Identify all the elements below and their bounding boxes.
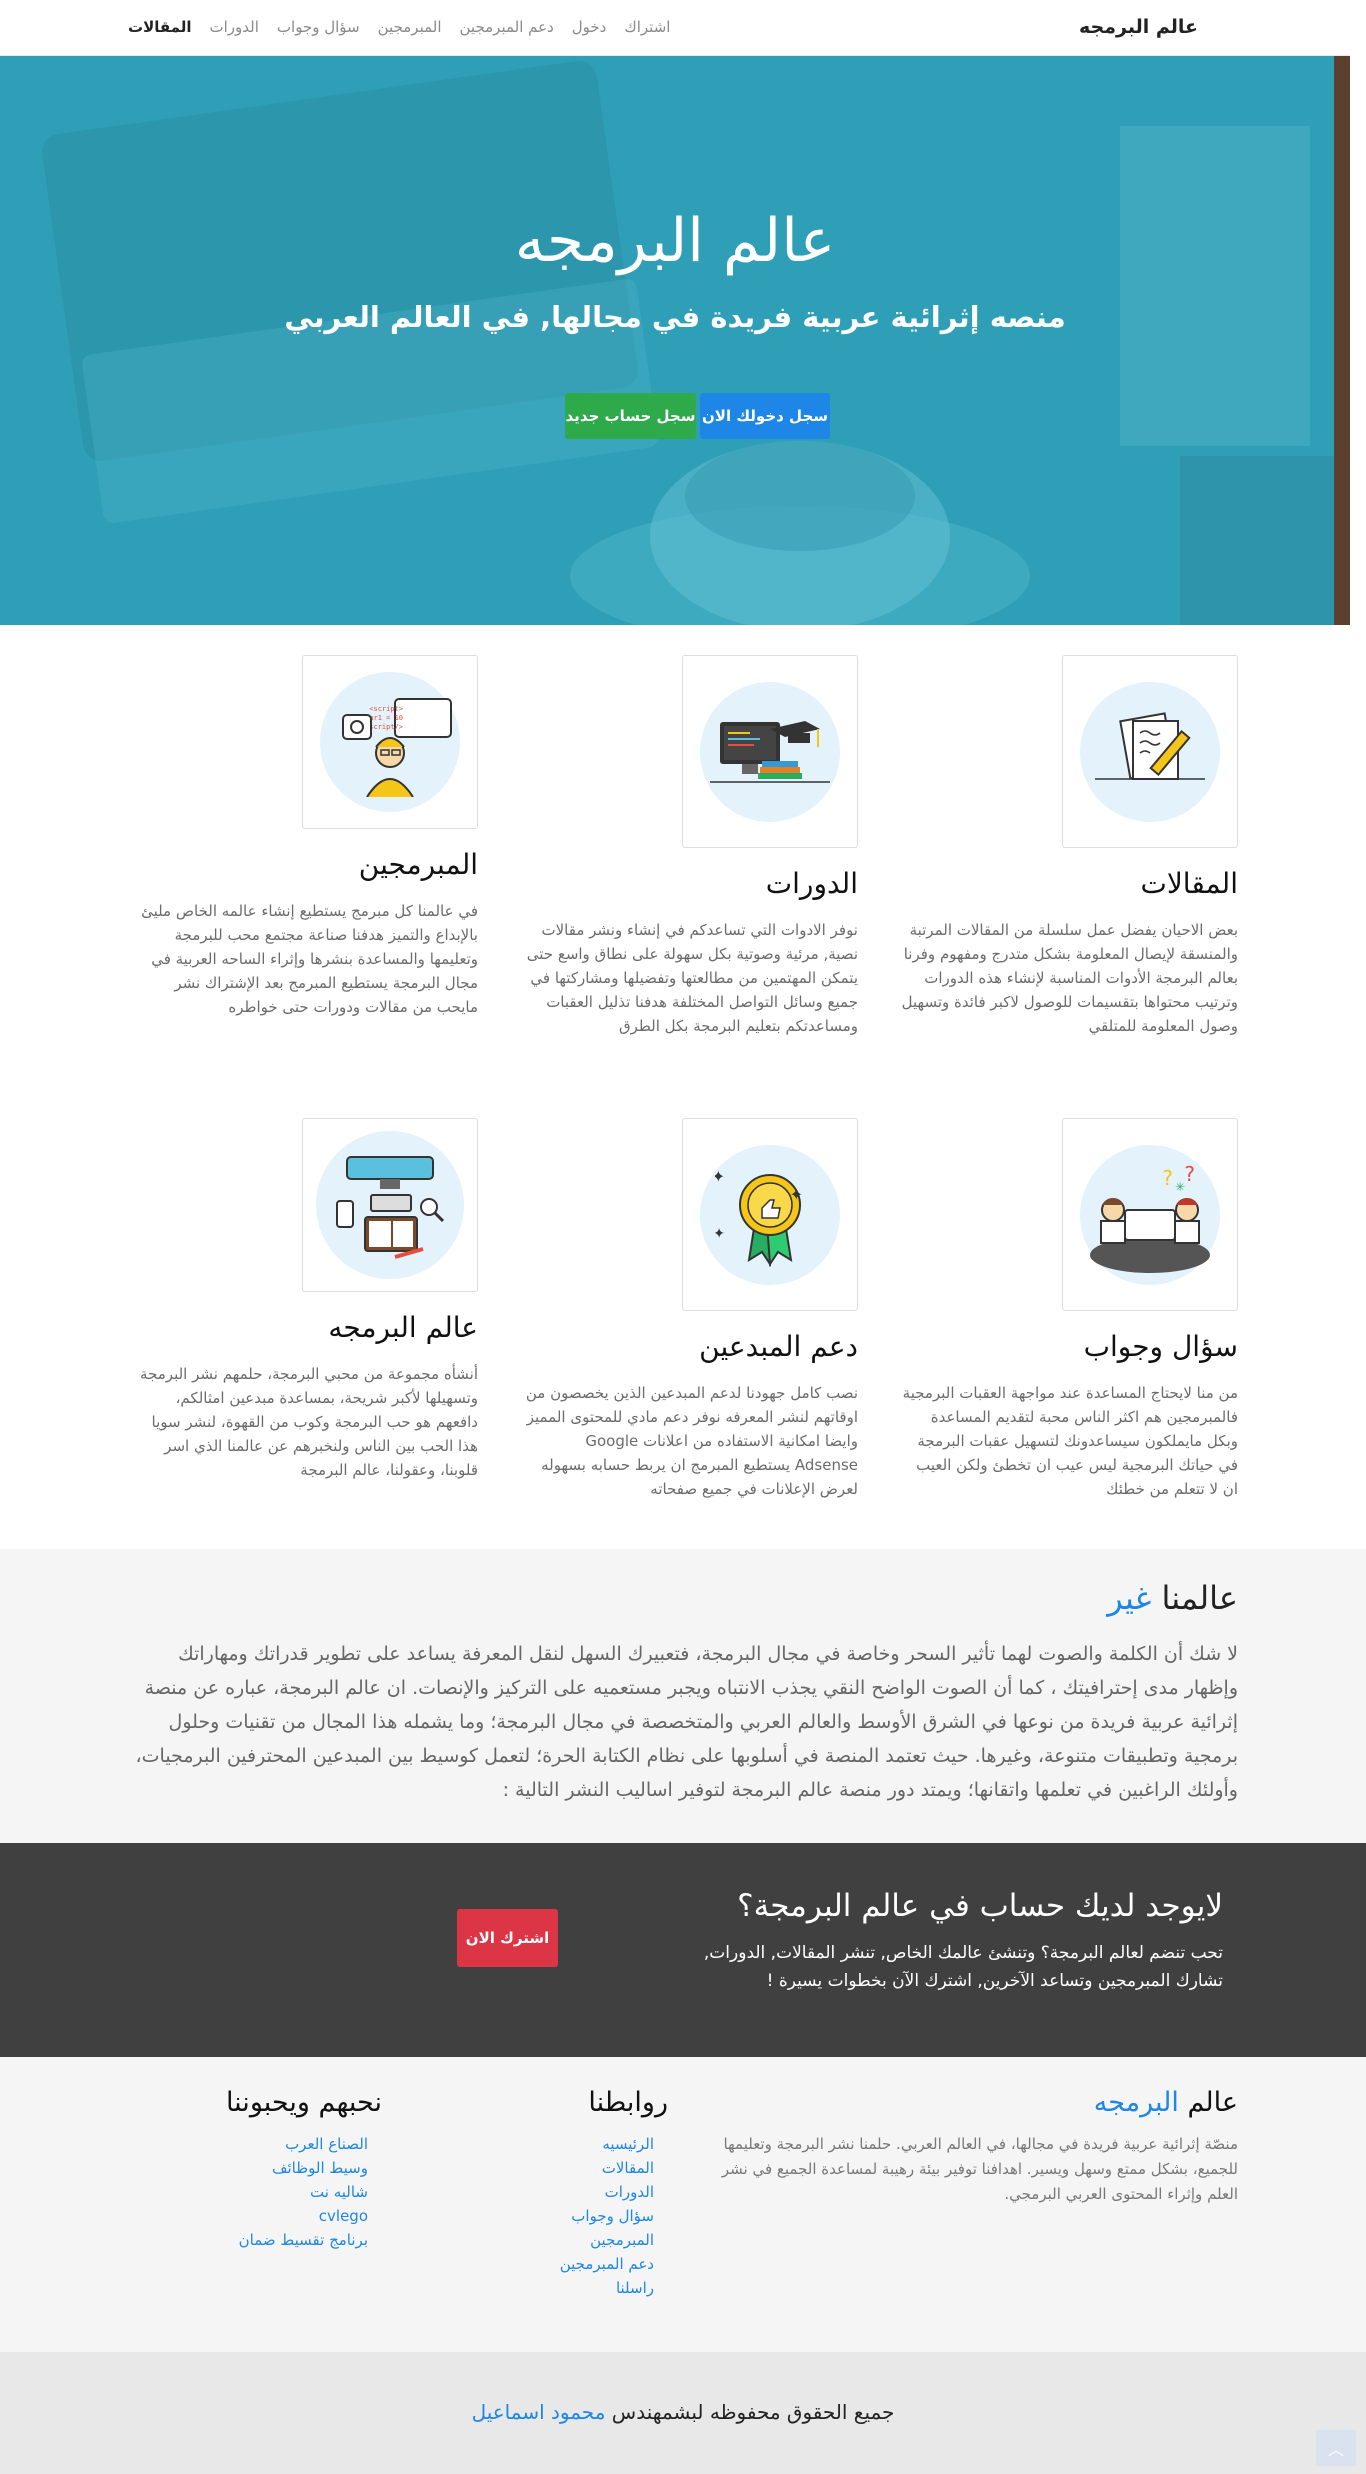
friend-link[interactable]: شاليه نت bbox=[310, 2183, 368, 2201]
navbar: عالم البرمجه المقالات الدورات سؤال وجواب… bbox=[0, 0, 1350, 56]
subscribe-now-button[interactable]: اشترك الان bbox=[457, 1909, 558, 1967]
hero-section: عالم البرمجه منصه إثرائية عربية فريدة في… bbox=[0, 56, 1350, 625]
feature-articles: المقالات بعض الاحيان يفضل عمل سلسلة من ا… bbox=[898, 655, 1238, 1055]
footer-link-support[interactable]: دعم المبرمجين bbox=[560, 2255, 654, 2273]
why-title: عالمنا غير bbox=[1107, 1579, 1238, 1617]
chevron-up-icon: ︿ bbox=[1328, 2440, 1345, 2459]
badge-icon-box: ✦ ✦ ✦ bbox=[682, 1118, 858, 1311]
hero-subtitle: منصه إثرائية عربية فريدة في مجالها, في ا… bbox=[284, 300, 1066, 334]
register-button[interactable]: سجل حساب جديد bbox=[565, 393, 696, 439]
feature-qa: ? ? ✳ سؤال وجواب من منا لايحتاج المساعدة… bbox=[898, 1118, 1238, 1518]
author-link[interactable]: محمود اسماعيل bbox=[472, 2400, 606, 2424]
back-to-top-button[interactable]: ︿ bbox=[1316, 2430, 1356, 2466]
footer-about-title-highlight: البرمجه bbox=[1093, 2087, 1179, 2118]
courses-icon-box bbox=[682, 655, 858, 848]
feature-title: المبرمجين bbox=[358, 848, 478, 881]
nav-login[interactable]: دخول bbox=[572, 18, 607, 36]
qa-icon: ? ? ✳ bbox=[1090, 1162, 1210, 1273]
feature-text: بعض الاحيان يفضل عمل سلسلة من المقالات ا… bbox=[901, 921, 1238, 1035]
nav-qa[interactable]: سؤال وجواب bbox=[277, 18, 360, 36]
nav-support[interactable]: دعم المبرمجين bbox=[460, 18, 554, 36]
nav-courses[interactable]: الدورات bbox=[210, 18, 259, 36]
qa-icon-box: ? ? ✳ bbox=[1062, 1118, 1238, 1311]
feature-text: نوفر الادوات التي تساعدكم في إنشاء ونشر … bbox=[526, 921, 858, 1035]
cta-title: لايوجد لديك حساب في عالم البرمجة؟ bbox=[737, 1888, 1223, 1924]
login-now-button[interactable]: سجل دخولك الان bbox=[700, 393, 830, 439]
footer-link-qa[interactable]: سؤال وجواب bbox=[571, 2207, 654, 2225]
signup-cta-section: لايوجد لديك حساب في عالم البرمجة؟ تحب تن… bbox=[0, 1843, 1366, 2057]
feature-text: من منا لايحتاج المساعدة عند مواجهة العقب… bbox=[902, 1384, 1238, 1498]
copyright-text: جميع الحقوق محفوظه لبشمهندس محمود اسماعي… bbox=[0, 2400, 1366, 2424]
friend-link[interactable]: برنامج تقسيط ضمان bbox=[239, 2231, 368, 2249]
footer-about-title-main: عالم bbox=[1187, 2087, 1238, 2118]
nav-articles[interactable]: المقالات bbox=[128, 18, 192, 36]
friend-link[interactable]: الصناع العرب bbox=[285, 2135, 368, 2153]
footer-link-home[interactable]: الرئيسيه bbox=[602, 2135, 654, 2153]
workspace-icon bbox=[336, 1156, 445, 1259]
footer-link-articles[interactable]: المقالات bbox=[602, 2159, 654, 2177]
footer-about: عالم البرمجه منصّة إثرائية عربية فريدة ف… bbox=[718, 2087, 1238, 2207]
feature-creators-support: ✦ ✦ ✦ دعم المبدعين نصب كامل جهودنا لدعم … bbox=[518, 1118, 858, 1518]
feature-title: سؤال وجواب bbox=[1083, 1330, 1238, 1363]
svg-text:?: ? bbox=[1184, 1162, 1195, 1186]
footer-about-title: عالم البرمجه bbox=[718, 2087, 1238, 2118]
programmers-icon-box: <script> var1 = 10; </script> bbox=[302, 655, 478, 829]
footer-friends-title: نحبهم ويحبوننا bbox=[225, 2087, 382, 2118]
why-title-highlight: غير bbox=[1107, 1579, 1152, 1617]
articles-icon bbox=[1095, 711, 1205, 780]
cta-text: تحب تنضم لعالم البرمجة؟ وتنشئ عالمك الخا… bbox=[703, 1943, 1223, 1991]
footer: عالم البرمجه منصّة إثرائية عربية فريدة ف… bbox=[0, 2057, 1366, 2352]
copyright-bar: جميع الحقوق محفوظه لبشمهندس محمود اسماعي… bbox=[0, 2352, 1366, 2474]
svg-text:<script>: <script> bbox=[369, 705, 403, 713]
feature-title: دعم المبدعين bbox=[699, 1330, 858, 1363]
footer-link-courses[interactable]: الدورات bbox=[605, 2183, 654, 2201]
svg-text:✳: ✳ bbox=[1175, 1180, 1185, 1194]
nav-signup[interactable]: اشتراك bbox=[624, 18, 670, 36]
feature-text: أنشأه مجموعة من محبي البرمجة، حلمهم نشر … bbox=[140, 1365, 478, 1479]
courses-icon bbox=[710, 720, 830, 783]
friend-link[interactable]: وسيط الوظائف bbox=[272, 2159, 368, 2177]
footer-about-text: منصّة إثرائية عربية فريدة في مجالها، في … bbox=[721, 2135, 1238, 2203]
badge-icon: ✦ ✦ ✦ bbox=[715, 1167, 803, 1267]
why-section: عالمنا غير لا شك أن الكلمة والصوت لهما ت… bbox=[0, 1549, 1366, 1843]
feature-programmers: <script> var1 = 10; </script> المبرمجين … bbox=[138, 655, 478, 1055]
footer-links-title: روابطنا bbox=[588, 2087, 668, 2118]
workspace-icon-box bbox=[302, 1118, 478, 1292]
articles-icon-box bbox=[1062, 655, 1238, 848]
footer-link-contact[interactable]: راسلنا bbox=[616, 2279, 654, 2297]
programmers-icon: <script> var1 = 10; </script> bbox=[342, 698, 452, 797]
feature-title: عالم البرمجه bbox=[328, 1311, 478, 1344]
footer-links: روابطنا الرئيسيه المقالات الدورات سؤال و… bbox=[448, 2087, 668, 2300]
footer-friends: نحبهم ويحبوننا الصناع العرب وسيط الوظائف… bbox=[142, 2087, 382, 2252]
svg-text:?: ? bbox=[1162, 1166, 1173, 1190]
nav-programmers[interactable]: المبرمجين bbox=[378, 18, 442, 36]
feature-text: في عالمنا كل مبرمج يستطيع إنشاء عالمه ال… bbox=[141, 902, 478, 1016]
feature-title: المقالات bbox=[1140, 867, 1238, 900]
brand-logo[interactable]: عالم البرمجه bbox=[1079, 16, 1198, 38]
svg-text:✦: ✦ bbox=[715, 1226, 725, 1242]
copyright-label: جميع الحقوق محفوظه لبشمهندس bbox=[611, 2400, 895, 2424]
svg-text:✦: ✦ bbox=[715, 1167, 725, 1186]
hero-title: عالم البرمجه bbox=[514, 206, 836, 276]
why-title-main: عالمنا bbox=[1161, 1579, 1239, 1617]
friend-link[interactable]: cvlego bbox=[319, 2207, 368, 2225]
nav-links: المقالات الدورات سؤال وجواب المبرمجين دع… bbox=[128, 18, 670, 36]
hero-side-strip bbox=[1334, 56, 1350, 625]
feature-courses: الدورات نوفر الادوات التي تساعدكم في إنش… bbox=[518, 655, 858, 1055]
svg-text:✦: ✦ bbox=[790, 1185, 803, 1204]
why-text: لا شك أن الكلمة والصوت لهما تأثير السحر … bbox=[135, 1643, 1238, 1801]
feature-text: نصب كامل جهودنا لدعم المبدعين الذين يخصص… bbox=[525, 1384, 858, 1498]
footer-link-programmers[interactable]: المبرمجين bbox=[590, 2231, 654, 2249]
feature-about: عالم البرمجه أنشأه مجموعة من محبي البرمج… bbox=[138, 1118, 478, 1518]
feature-title: الدورات bbox=[765, 867, 858, 900]
hero-background-image bbox=[0, 56, 1350, 625]
